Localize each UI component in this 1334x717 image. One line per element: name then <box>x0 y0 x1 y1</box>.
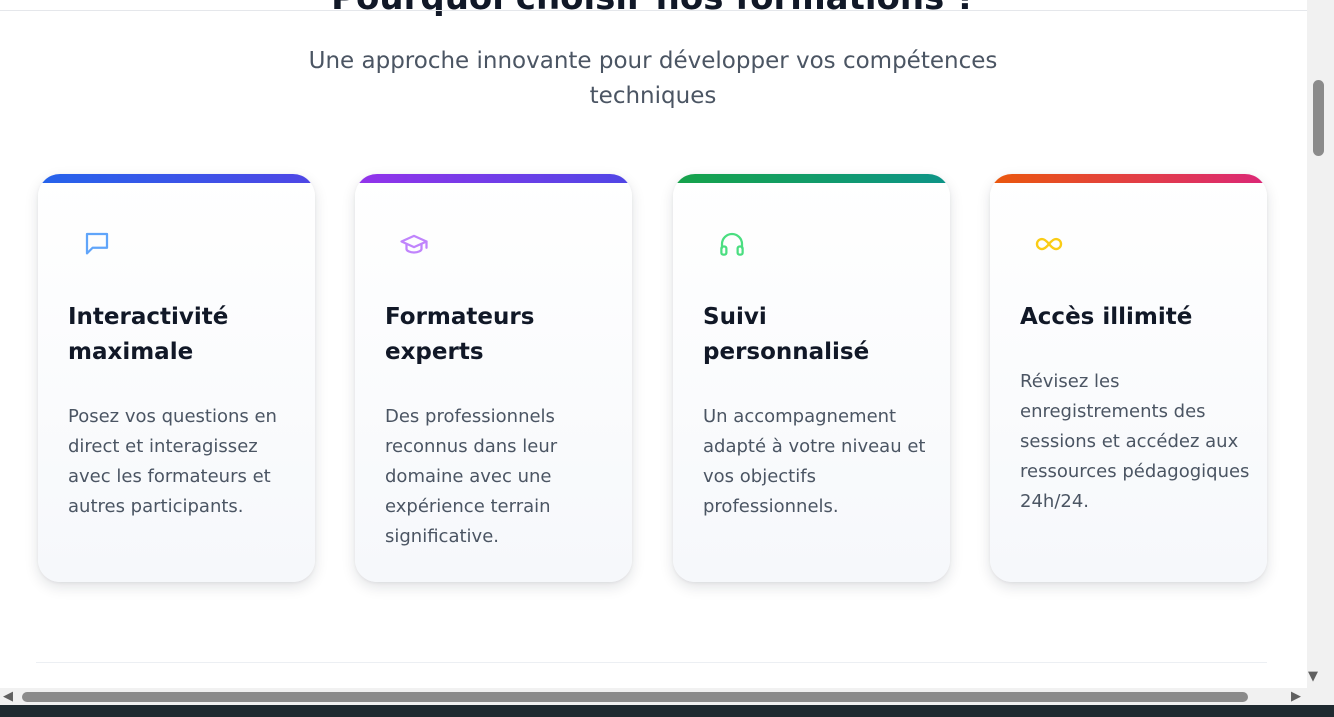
card-title: Formateurs experts <box>385 304 535 365</box>
scrollbar-corner <box>1307 688 1334 705</box>
section-title: Pourquoi choisir nos formations ? <box>0 0 1307 18</box>
headphones-icon <box>717 229 747 259</box>
card-title: Suivi personnalisé <box>703 304 870 365</box>
page-viewport: Pourquoi choisir nos formations ? Une ap… <box>0 0 1307 688</box>
horizontal-scrollbar[interactable]: ◀ ▶ <box>0 688 1307 705</box>
infinity-icon <box>1034 229 1064 259</box>
scroll-left-arrow-icon[interactable]: ◀ <box>3 688 13 705</box>
top-divider <box>0 10 1307 11</box>
card-accent-bar <box>673 174 950 183</box>
card-accent-bar <box>355 174 632 183</box>
scroll-right-arrow-icon[interactable]: ▶ <box>1291 688 1301 705</box>
section-divider <box>36 662 1267 663</box>
card-description: Des professionnels reconnus dans leur do… <box>385 406 558 547</box>
feature-card-followup: Suivi personnalisé Un accompagnement ada… <box>673 174 950 582</box>
chat-bubble-icon <box>82 229 112 259</box>
horizontal-scrollbar-thumb[interactable] <box>22 692 1248 702</box>
card-accent-bar <box>38 174 315 183</box>
graduation-cap-icon <box>399 229 429 259</box>
section-subtitle: Une approche innovante pour développer v… <box>308 48 998 109</box>
feature-card-unlimited-access: Accès illimité Révisez les enregistremen… <box>990 174 1267 582</box>
feature-card-interactivity: Interactivité maximale Posez vos questio… <box>38 174 315 582</box>
scroll-down-arrow-icon[interactable]: ▼ <box>1308 670 1318 684</box>
card-accent-bar <box>990 174 1267 183</box>
feature-card-experts: Formateurs experts Des professionnels re… <box>355 174 632 582</box>
card-description: Révisez les enregistrements des sessions… <box>1020 371 1250 512</box>
card-title: Accès illimité <box>1020 304 1193 330</box>
vertical-scrollbar-thumb[interactable] <box>1313 80 1324 156</box>
taskbar-strip <box>0 705 1334 717</box>
vertical-scrollbar[interactable]: ▼ <box>1307 0 1334 688</box>
card-title: Interactivité maximale <box>68 304 229 365</box>
card-description: Un accompagnement adapté à votre niveau … <box>703 406 926 517</box>
card-description: Posez vos questions en direct et interag… <box>68 406 277 517</box>
